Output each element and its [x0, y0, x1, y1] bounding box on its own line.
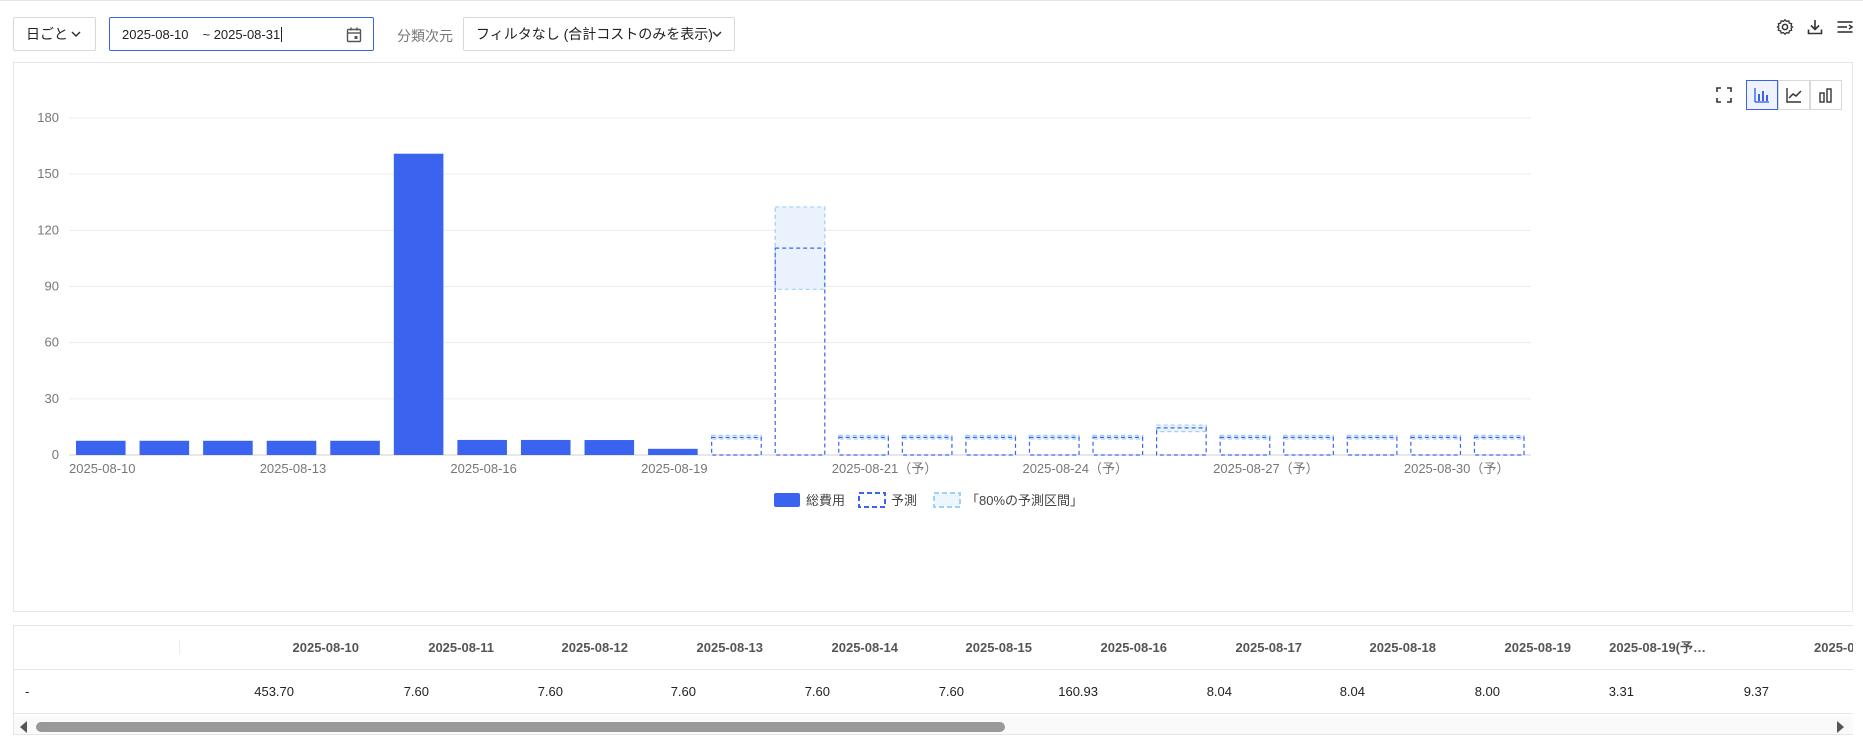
table-cell: 160.93 [1058, 684, 1098, 699]
x-tick-label: 2025-08-13 [260, 461, 327, 476]
cost-chart: 0 30 60 90 120 150 180 2025-08-10 2025-08-13 2025… [37, 110, 1531, 508]
x-tick-label: 2025-08-27（予） [1213, 461, 1319, 476]
bar-line-chart-icon[interactable] [1746, 80, 1778, 110]
actual-bar [457, 439, 507, 455]
y-tick-label: 150 [37, 166, 59, 181]
actual-bar [584, 440, 635, 455]
x-tick-label: 2025-08-19 [641, 461, 708, 476]
actual-bar [330, 440, 380, 455]
calendar-icon[interactable] [345, 26, 363, 44]
y-tick-label: 120 [37, 222, 59, 237]
granularity-select[interactable]: 日ごと [13, 17, 96, 51]
table-cell: 7.60 [804, 684, 830, 699]
granularity-label: 日ごと [26, 26, 68, 42]
forecast-bar [1410, 436, 1462, 456]
download-icon[interactable] [1805, 17, 1825, 37]
legend-swatch-forecast [858, 492, 886, 508]
column-header[interactable]: 2025-08-16 [1047, 626, 1168, 669]
column-header[interactable]: 2025-08-11 [374, 626, 494, 669]
actual-bar [203, 440, 253, 455]
table-row: - 453.70 7.60 7.60 7.60 7.60 7.60 160.93 8.04 8.0… [14, 670, 1853, 714]
dimension-label: 分類次元 [397, 28, 453, 44]
x-tick-label: 2025-08-16 [450, 461, 517, 476]
column-header[interactable]: 2025-08-14 [778, 626, 899, 669]
column-header[interactable]: 2025-08-19(予… [1581, 626, 1706, 669]
column-header[interactable]: 2025-08-19 [1451, 626, 1572, 669]
forecast-bar [965, 436, 1017, 456]
table-cell: 3.31 [1608, 684, 1634, 699]
dimension-value: フィルタなし (合計コストのみを表示) [476, 26, 713, 42]
horizontal-scrollbar[interactable] [14, 717, 1853, 734]
y-tick-label: 90 [45, 279, 59, 294]
forecast-bar [1028, 436, 1080, 456]
forecast-bar [1283, 436, 1334, 456]
x-tick-label: 2025-08-10 [69, 461, 136, 476]
table-cell: 8.00 [1474, 684, 1500, 699]
column-header[interactable]: 2025-08-10 [239, 626, 360, 669]
actual-bar [648, 448, 698, 455]
chevron-down-icon [712, 31, 722, 38]
settings-icon[interactable] [1775, 17, 1795, 37]
actual-bar [266, 440, 317, 455]
legend-label-forecast: 予測 [891, 493, 917, 508]
forecast-bar [711, 436, 762, 456]
date-end[interactable]: ~ 2025-08-31 [203, 27, 281, 42]
table-cell: 7.60 [403, 684, 429, 699]
legend-label-interval: 「80%の予測区間」 [966, 493, 1083, 508]
table-cell: 7.60 [670, 684, 696, 699]
table-cell: 8.04 [1206, 684, 1232, 699]
table-cell: 9.37 [1743, 684, 1769, 699]
forecast-bar [1473, 436, 1525, 456]
x-tick-label: 2025-08-21（予） [832, 461, 938, 476]
forecast-bar [1092, 436, 1144, 456]
forecast-bar [1346, 436, 1398, 456]
column-header[interactable]: 2025-0 [1814, 626, 1853, 669]
x-tick-label: 2025-08-30（予） [1404, 461, 1510, 476]
line-chart-icon[interactable] [1778, 80, 1810, 110]
forecast-bar [901, 436, 953, 456]
date-range-picker[interactable]: 2025-08-10 ~ 2025-08-31 [109, 17, 374, 51]
table-cell: 7.60 [537, 684, 563, 699]
actual-bar [75, 440, 126, 455]
text-cursor [281, 26, 283, 42]
table-cell: 453.70 [254, 684, 294, 699]
legend-swatch-actual [774, 493, 800, 507]
cost-table: 2025-08-10 2025-08-11 2025-08-12 2025-08-13… [13, 625, 1853, 735]
legend-label-actual: 総費用 [806, 493, 845, 508]
actual-bar [393, 153, 444, 455]
table-header-row: 2025-08-10 2025-08-11 2025-08-12 2025-08-13… [14, 626, 1853, 670]
column-settings-icon[interactable] [1835, 17, 1855, 37]
column-header[interactable]: 2025-08-15 [912, 626, 1033, 669]
y-tick-label: 0 [52, 447, 59, 462]
date-start[interactable]: 2025-08-10 [122, 27, 189, 42]
dimension-select[interactable]: フィルタなし (合計コストのみを表示) [463, 17, 735, 51]
fullscreen-icon[interactable] [1708, 80, 1740, 110]
table-cell: 7.60 [938, 684, 964, 699]
actual-bar [520, 439, 571, 455]
scroll-left-arrow-icon[interactable] [20, 721, 27, 733]
chevron-down-icon [71, 31, 81, 38]
y-tick-label: 60 [45, 335, 59, 350]
column-header[interactable]: 2025-08-18 [1316, 626, 1437, 669]
y-tick-label: 180 [37, 110, 59, 125]
legend-swatch-interval [933, 492, 961, 508]
scrollbar-thumb[interactable] [36, 722, 1005, 732]
scroll-right-arrow-icon[interactable] [1837, 721, 1844, 733]
x-tick-label: 2025-08-24（予） [1022, 461, 1128, 476]
chart-panel: 0 30 60 90 120 150 180 2025-08-10 2025-08-13 2025… [13, 62, 1853, 612]
actual-bar [139, 440, 190, 455]
bar-chart-icon[interactable] [1810, 80, 1842, 110]
column-header[interactable]: 2025-08-12 [508, 626, 629, 669]
top-border [0, 0, 1863, 1]
column-header[interactable]: 2025-08-17 [1182, 626, 1303, 669]
table-cell: 8.04 [1339, 684, 1365, 699]
table-cell: - [25, 684, 30, 699]
column-header[interactable]: 2025-08-13 [643, 626, 764, 669]
y-tick-label: 30 [45, 391, 59, 406]
forecast-bar [1219, 436, 1271, 456]
column-divider [179, 640, 180, 654]
forecast-bar [838, 436, 889, 456]
